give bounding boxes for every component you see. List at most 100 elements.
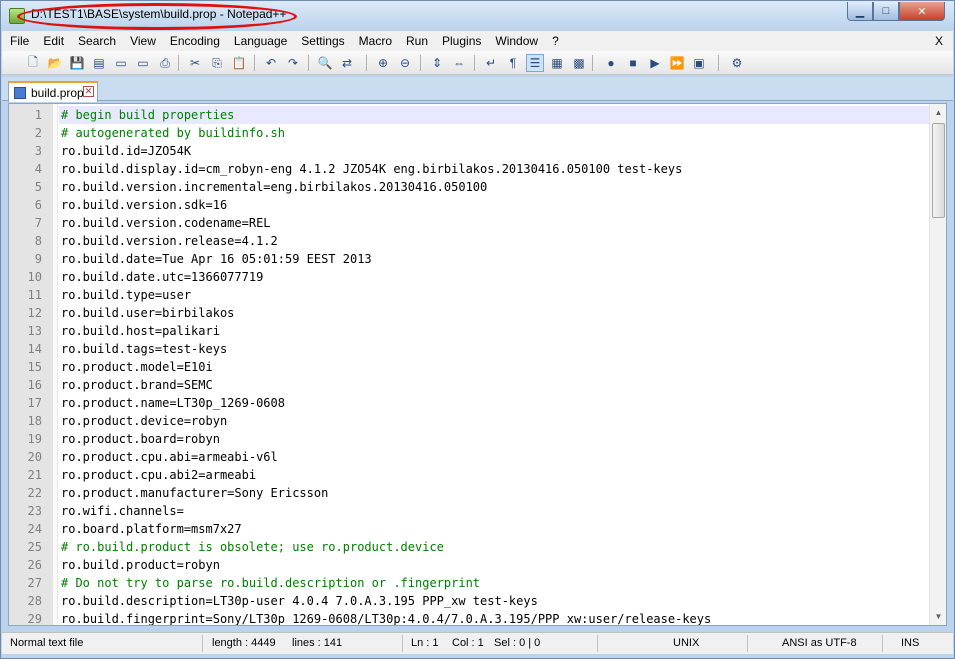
line-text[interactable]: ro.wifi.channels= <box>59 502 929 520</box>
editor-line[interactable]: 13 ro.build.host=palikari <box>9 322 929 340</box>
stop-record-icon[interactable]: ■ <box>624 54 642 72</box>
menu-macro[interactable]: Macro <box>351 31 398 51</box>
line-text[interactable]: ro.build.version.codename=REL <box>59 214 929 232</box>
menu-help[interactable]: ? <box>544 31 565 51</box>
editor-line[interactable]: 18 ro.product.device=robyn <box>9 412 929 430</box>
menu-encoding[interactable]: Encoding <box>162 31 226 51</box>
line-text[interactable]: ro.product.device=robyn <box>59 412 929 430</box>
editor-line[interactable]: 2 # autogenerated by buildinfo.sh <box>9 124 929 142</box>
line-text[interactable]: ro.product.manufacturer=Sony Ericsson <box>59 484 929 502</box>
text-editor[interactable]: 1 # begin build properties 2 # autogenerate… <box>8 103 947 626</box>
line-text[interactable]: ro.build.version.release=4.1.2 <box>59 232 929 250</box>
line-text[interactable]: ro.product.brand=SEMC <box>59 376 929 394</box>
line-text[interactable]: ro.product.model=E10i <box>59 358 929 376</box>
save-all-icon[interactable]: ▤ <box>90 54 108 72</box>
run-macro-multiple-icon[interactable]: ⏩ <box>668 54 686 72</box>
menu-language[interactable]: Language <box>226 31 293 51</box>
menu-settings[interactable]: Settings <box>293 31 350 51</box>
menu-view[interactable]: View <box>122 31 162 51</box>
menu-run[interactable]: Run <box>398 31 434 51</box>
plugin-icon[interactable]: ⚙ <box>728 54 746 72</box>
editor-line[interactable]: 16 ro.product.brand=SEMC <box>9 376 929 394</box>
line-text[interactable]: # autogenerated by buildinfo.sh <box>59 124 929 142</box>
scroll-down-icon[interactable]: ▼ <box>930 608 946 625</box>
vertical-scrollbar[interactable]: ▲ ▼ <box>929 104 946 625</box>
show-all-chars-icon[interactable]: ¶ <box>504 54 522 72</box>
editor-line[interactable]: 23 ro.wifi.channels= <box>9 502 929 520</box>
sync-vertical-icon[interactable]: ⇕ <box>428 54 446 72</box>
print-icon[interactable]: ⎙ <box>156 54 174 72</box>
menu-window[interactable]: Window <box>487 31 544 51</box>
editor-line[interactable]: 19 ro.product.board=robyn <box>9 430 929 448</box>
editor-line[interactable]: 5 ro.build.version.incremental=eng.birbil… <box>9 178 929 196</box>
line-text[interactable]: ro.board.platform=msm7x27 <box>59 520 929 538</box>
close-document-button[interactable]: X <box>935 31 943 51</box>
maximize-button[interactable]: □ <box>873 2 899 21</box>
line-text[interactable]: ro.product.cpu.abi2=armeabi <box>59 466 929 484</box>
editor-line[interactable]: 21 ro.product.cpu.abi2=armeabi <box>9 466 929 484</box>
paste-icon[interactable]: 📋 <box>230 54 248 72</box>
editor-line[interactable]: 10 ro.build.date.utc=1366077719 <box>9 268 929 286</box>
editor-line[interactable]: 26 ro.build.product=robyn <box>9 556 929 574</box>
find-icon[interactable]: 🔍 <box>316 54 334 72</box>
scroll-up-icon[interactable]: ▲ <box>930 104 946 121</box>
line-text[interactable]: ro.product.board=robyn <box>59 430 929 448</box>
line-text[interactable]: ro.build.version.incremental=eng.birbila… <box>59 178 929 196</box>
line-text[interactable]: ro.product.cpu.abi=armeabi-v6l <box>59 448 929 466</box>
indent-guide-icon[interactable]: ☰ <box>526 54 544 72</box>
save-macro-icon[interactable]: ▣ <box>690 54 708 72</box>
tab-close-icon[interactable]: ✕ <box>83 86 94 97</box>
editor-line[interactable]: 14 ro.build.tags=test-keys <box>9 340 929 358</box>
menu-file[interactable]: File <box>2 31 35 51</box>
line-text[interactable]: ro.build.id=JZO54K <box>59 142 929 160</box>
editor-line[interactable]: 12 ro.build.user=birbilakos <box>9 304 929 322</box>
line-text[interactable]: ro.build.tags=test-keys <box>59 340 929 358</box>
line-text[interactable]: # Do not try to parse ro.build.descripti… <box>59 574 929 592</box>
line-text[interactable]: ro.build.host=palikari <box>59 322 929 340</box>
line-text[interactable]: ro.build.description=LT30p-user 4.0.4 7.… <box>59 592 929 610</box>
editor-line[interactable]: 17 ro.product.name=LT30p_1269-0608 <box>9 394 929 412</box>
replace-icon[interactable]: ⇄ <box>338 54 356 72</box>
editor-line[interactable]: 27 # Do not try to parse ro.build.descrip… <box>9 574 929 592</box>
editor-line[interactable]: 1 # begin build properties <box>9 106 929 124</box>
playback-macro-icon[interactable]: ▶ <box>646 54 664 72</box>
editor-line[interactable]: 15 ro.product.model=E10i <box>9 358 929 376</box>
editor-line[interactable]: 29 ro.build.fingerprint=Sony/LT30p_1269-0… <box>9 610 929 625</box>
editor-line[interactable]: 6 ro.build.version.sdk=16 <box>9 196 929 214</box>
close-window-button[interactable]: ✕ <box>899 2 945 21</box>
zoom-out-icon[interactable]: ⊖ <box>396 54 414 72</box>
line-text[interactable]: # begin build properties <box>59 106 929 124</box>
line-text[interactable]: ro.product.name=LT30p_1269-0608 <box>59 394 929 412</box>
editor-line[interactable]: 24 ro.board.platform=msm7x27 <box>9 520 929 538</box>
close-icon[interactable]: ▭ <box>112 54 130 72</box>
line-text[interactable]: ro.build.type=user <box>59 286 929 304</box>
menu-edit[interactable]: Edit <box>35 31 70 51</box>
line-text[interactable]: ro.build.version.sdk=16 <box>59 196 929 214</box>
line-text[interactable]: ro.build.user=birbilakos <box>59 304 929 322</box>
editor-line[interactable]: 4 ro.build.display.id=cm_robyn-eng 4.1.2 … <box>9 160 929 178</box>
line-text[interactable]: ro.build.fingerprint=Sony/LT30p_1269-060… <box>59 610 929 625</box>
word-wrap-icon[interactable]: ↵ <box>482 54 500 72</box>
line-text[interactable]: ro.build.date=Tue Apr 16 05:01:59 EEST 2… <box>59 250 929 268</box>
document-map-icon[interactable]: ▩ <box>570 54 588 72</box>
line-text[interactable]: ro.build.display.id=cm_robyn-eng 4.1.2 J… <box>59 160 929 178</box>
redo-icon[interactable]: ↷ <box>284 54 302 72</box>
record-macro-icon[interactable]: ● <box>602 54 620 72</box>
undo-icon[interactable]: ↶ <box>262 54 280 72</box>
line-text[interactable]: ro.build.product=robyn <box>59 556 929 574</box>
menu-plugins[interactable]: Plugins <box>434 31 487 51</box>
line-text[interactable]: # ro.build.product is obsolete; use ro.p… <box>59 538 929 556</box>
user-defined-language-icon[interactable]: ▦ <box>548 54 566 72</box>
editor-line[interactable]: 8 ro.build.version.release=4.1.2 <box>9 232 929 250</box>
new-file-icon[interactable]: 🗋 <box>24 54 42 72</box>
open-file-icon[interactable]: 📂 <box>46 54 64 72</box>
menu-search[interactable]: Search <box>70 31 122 51</box>
sync-horizontal-icon[interactable]: ⇔ <box>450 54 468 72</box>
tab-build-prop[interactable]: build.prop ✕ <box>8 81 98 102</box>
editor-line[interactable]: 9 ro.build.date=Tue Apr 16 05:01:59 EEST … <box>9 250 929 268</box>
line-text[interactable]: ro.build.date.utc=1366077719 <box>59 268 929 286</box>
minimize-button[interactable]: ▁ <box>847 2 873 21</box>
editor-line[interactable]: 28 ro.build.description=LT30p-user 4.0.4 … <box>9 592 929 610</box>
copy-icon[interactable]: ⎘ <box>208 54 226 72</box>
title-bar[interactable]: D:\TEST1\BASE\system\build.prop - Notepa… <box>1 1 954 30</box>
